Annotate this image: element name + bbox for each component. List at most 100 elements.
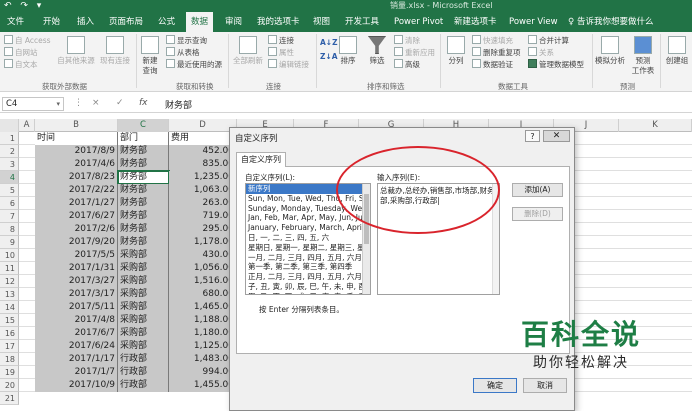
cell-date[interactable]: 2017/4/6 (35, 158, 118, 171)
custom-list-item[interactable]: 第一季, 第二季, 第三季, 第四季 (246, 262, 370, 272)
column-header-k[interactable]: K (619, 119, 692, 132)
tab-home[interactable]: 开始 (43, 12, 60, 32)
cell-date[interactable]: 2017/3/17 (35, 288, 118, 301)
cell-department[interactable]: 财务部 (118, 210, 169, 223)
remove-duplicates-button[interactable]: 删除重复项 (472, 47, 521, 58)
cell-date[interactable]: 2017/2/6 (35, 223, 118, 236)
edit-links-button[interactable]: 编辑链接 (268, 59, 309, 70)
custom-list-item[interactable]: 一月, 二月, 三月, 四月, 五月, 六月 (246, 253, 370, 263)
cancel-entry-icon[interactable]: × (92, 98, 100, 108)
tab-formulas[interactable]: 公式 (158, 12, 175, 32)
tab-data[interactable]: 数据 (186, 12, 214, 32)
cell-department[interactable]: 行政部 (118, 379, 169, 392)
tab-power-pivot[interactable]: Power Pivot (394, 12, 443, 32)
row-header[interactable]: 7 (0, 210, 19, 223)
quick-access-toolbar[interactable]: ↶ ↷ ▾ (4, 1, 44, 11)
new-list-item[interactable]: 新序列 (246, 184, 370, 194)
row-header[interactable]: 8 (0, 223, 19, 236)
cell-cost[interactable]: 1,483.00 (169, 353, 237, 366)
connections-button[interactable]: 连接 (268, 35, 294, 46)
cell-cost[interactable]: 295.00 (169, 223, 237, 236)
custom-list-item[interactable]: 日, 一, 二, 三, 四, 五, 六 (246, 233, 370, 243)
textarea-scrollbar[interactable] (492, 184, 499, 294)
cell-cost[interactable]: 1,465.00 (169, 301, 237, 314)
tab-file[interactable]: 文件 (7, 12, 24, 32)
cell-department[interactable]: 采购部 (118, 340, 169, 353)
cell-department[interactable]: 财务部 (117, 170, 170, 185)
row-header[interactable]: 1 (0, 132, 19, 145)
add-button[interactable]: 添加(A) (512, 183, 563, 197)
tab-developer[interactable]: 开发工具 (345, 12, 379, 32)
sort-descending-button[interactable]: Z↓A (320, 51, 338, 62)
help-icon[interactable]: ? (525, 130, 540, 142)
custom-list-item[interactable]: 子, 丑, 寅, 卯, 辰, 巳, 午, 未, 申, 酉 (246, 282, 370, 292)
cell-department[interactable]: 财务部 (118, 223, 169, 236)
name-box[interactable]: C4 ▾ (2, 97, 64, 111)
row-header[interactable]: 12 (0, 275, 19, 288)
flash-fill-button[interactable]: 快速填充 (472, 35, 513, 46)
insert-function-icon[interactable]: fx (139, 98, 148, 108)
listbox-scrollbar[interactable] (362, 184, 370, 294)
row-header[interactable]: 4 (0, 171, 19, 184)
cell-date[interactable]: 2017/5/11 (35, 301, 118, 314)
cell-date[interactable]: 2017/3/27 (35, 275, 118, 288)
tab-view[interactable]: 视图 (313, 12, 330, 32)
row-header[interactable]: 11 (0, 262, 19, 275)
custom-list-item[interactable]: Jan, Feb, Mar, Apr, May, Jun, Jul (246, 213, 370, 223)
tab-custom-lists[interactable]: 自定义序列 (236, 152, 286, 167)
row-header[interactable]: 6 (0, 197, 19, 210)
cell-department[interactable]: 采购部 (118, 262, 169, 275)
cell-cost[interactable]: 835.00 (169, 158, 237, 171)
sort-ascending-button[interactable]: A↓Z (320, 37, 338, 48)
row-header[interactable]: 14 (0, 301, 19, 314)
custom-list-item[interactable]: 甲, 乙, 丙, 丁, 戊, 己, 庚, 辛, 壬, 癸 (246, 292, 370, 294)
what-if-analysis-button[interactable]: 模拟分析 (594, 36, 626, 66)
group-button[interactable]: 创建组 (662, 36, 692, 66)
cell-cost[interactable]: 1,180.00 (169, 327, 237, 340)
cell-date[interactable]: 2017/4/8 (35, 314, 118, 327)
cell-cost[interactable]: 1,056.00 (169, 262, 237, 275)
show-query-button[interactable]: 显示查询 (166, 35, 207, 46)
cell-cost[interactable]: 719.00 (169, 210, 237, 223)
clear-filter-button[interactable]: 清除 (394, 35, 420, 46)
custom-list-item[interactable]: Sunday, Monday, Tuesday, Wednesday (246, 204, 370, 214)
cell-date[interactable]: 2017/6/27 (35, 210, 118, 223)
cell-department[interactable]: 行政部 (118, 353, 169, 366)
cell-cost[interactable]: 680.00 (169, 288, 237, 301)
cell-department[interactable]: 采购部 (118, 275, 169, 288)
filter-button[interactable]: 筛选 (364, 36, 390, 66)
cell-cost[interactable]: 1,188.00 (169, 314, 237, 327)
custom-list-item[interactable]: January, February, March, April (246, 223, 370, 233)
manage-data-model-button[interactable]: 管理数据模型 (528, 59, 584, 70)
formula-input[interactable]: 财务部 (165, 98, 192, 111)
tell-me-search[interactable]: ♀ 告诉我你想要做什么 (568, 12, 653, 32)
from-text-button[interactable]: 自文本 (4, 59, 38, 70)
row-header[interactable]: 5 (0, 184, 19, 197)
cell-department[interactable]: 采购部 (118, 301, 169, 314)
cell-department[interactable]: 采购部 (118, 314, 169, 327)
recent-sources-button[interactable]: 最近使用的源 (166, 59, 222, 70)
existing-connections-button[interactable]: 现有连接 (96, 36, 134, 66)
column-header-d[interactable]: D (169, 119, 237, 132)
cell-date[interactable]: 2017/6/7 (35, 327, 118, 340)
tab-page-layout[interactable]: 页面布局 (109, 12, 143, 32)
cell-department[interactable]: 财务部 (118, 236, 169, 249)
cell-cost[interactable]: 1,516.00 (169, 275, 237, 288)
cell-date[interactable]: 2017/1/17 (35, 353, 118, 366)
cell-date[interactable]: 2017/8/23 (35, 171, 118, 184)
refresh-all-button[interactable]: 全部刷新 (230, 36, 266, 66)
cell-date[interactable]: 2017/8/9 (35, 145, 118, 158)
chevron-down-icon[interactable]: ▾ (56, 98, 60, 110)
column-header-a[interactable]: A (19, 119, 35, 132)
tab-new-tab[interactable]: 新建选项卡 (454, 12, 497, 32)
sort-button[interactable]: 排序 (336, 36, 360, 66)
cell-date[interactable]: 2017/2/22 (35, 184, 118, 197)
cell-department[interactable]: 采购部 (118, 327, 169, 340)
list-entries-textarea[interactable]: 总裁办,总经办,销售部,市场部,财务部,采购部,行政部| (377, 183, 500, 295)
forecast-sheet-button[interactable]: 预测 工作表 (628, 36, 658, 76)
header-cell-cost[interactable]: 费用 (169, 132, 237, 145)
cell-department[interactable]: 财务部 (118, 145, 169, 158)
from-access-button[interactable]: 自 Access (4, 35, 51, 46)
cell-date[interactable]: 2017/10/9 (35, 379, 118, 392)
tab-power-view[interactable]: Power View (509, 12, 558, 32)
